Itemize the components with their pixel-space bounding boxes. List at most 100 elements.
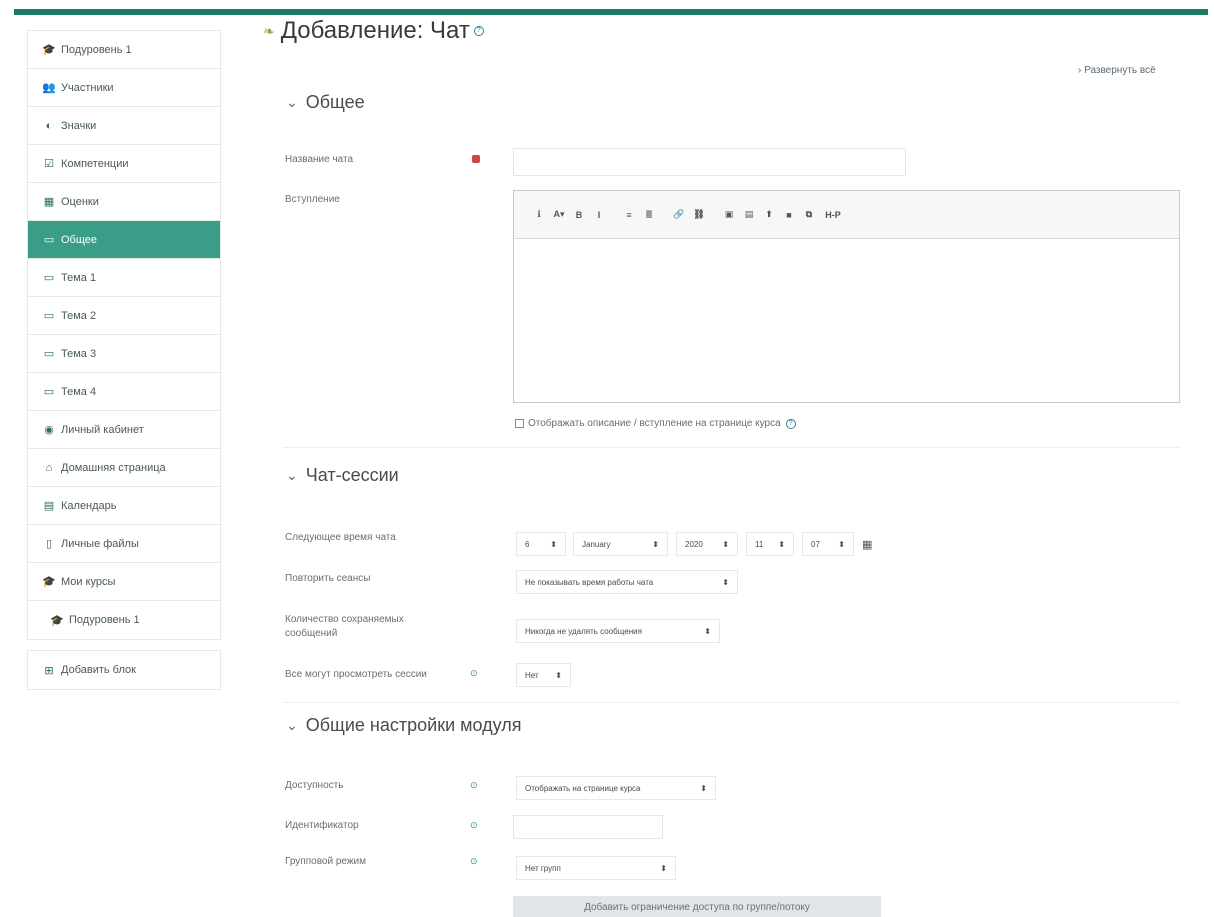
sidebar-item-мои-курсы[interactable]: 🎓 Мои курсы	[28, 563, 220, 601]
folder-icon: ▭	[43, 386, 55, 398]
intro-editor[interactable]: ℹ A▾ B I ≡ ≣ 🔗 ⛓ ▣ ▤ ⬆ ■ ⧉ H-P	[513, 190, 1180, 403]
help-icon[interactable]: ?	[785, 418, 796, 429]
grades-icon: ▦	[43, 196, 55, 208]
toolbar-button[interactable]: A▾	[549, 205, 569, 225]
group-mode-select[interactable]: Нет групп ⬍	[516, 856, 676, 880]
editor-content-area[interactable]	[514, 239, 1179, 402]
help-icon[interactable]: ?	[473, 26, 484, 36]
graduation-cap-icon: 🎓	[42, 576, 56, 588]
show-description-label: Отображать описание / вступление на стра…	[528, 418, 781, 429]
select-arrow-icon: ⬍	[555, 670, 562, 680]
select-arrow-icon: ⬍	[722, 539, 729, 549]
calendar-icon[interactable]: ▦	[862, 538, 872, 551]
availability-select[interactable]: Отображать на странице курса ⬍	[516, 776, 716, 800]
toolbar-button[interactable]: I	[589, 205, 609, 225]
restrict-by-group-button[interactable]: Добавить ограничение доступа по группе/п…	[513, 896, 881, 917]
sidebar-item-подуровень-1[interactable]: 🎓 Подуровень 1	[28, 601, 220, 639]
help-icon[interactable]: ⊙	[470, 668, 478, 679]
intro-label: Вступление	[285, 194, 340, 205]
toolbar-button[interactable]: ≡	[619, 205, 639, 225]
view-sessions-select[interactable]: Нет ⬍	[516, 663, 571, 687]
toolbar-button[interactable]: ⬆	[759, 205, 779, 225]
help-icon[interactable]: ⊙	[470, 820, 478, 831]
help-icon[interactable]: ⊙	[470, 856, 478, 867]
sidebar-item-значки[interactable]: ◐ Значки	[28, 107, 220, 145]
select-arrow-icon: ⬍	[550, 539, 557, 549]
dashboard-icon: ◉	[44, 424, 54, 436]
sidebar-item-подуровень-1[interactable]: 🎓 Подуровень 1	[28, 31, 220, 69]
nav-group-blocks: ⊞ Добавить блок	[27, 650, 221, 690]
toolbar-button[interactable]: ≣	[639, 205, 659, 225]
chat-module-icon: ❧	[263, 22, 275, 39]
hour-select[interactable]: 11 ⬍	[746, 532, 794, 556]
sidebar-item-label: Личные файлы	[61, 537, 139, 550]
nav-group-course: 🎓 Подуровень 1 👥 Участники ◐ Значки ☑ Компетенц…	[27, 30, 221, 640]
sidebar-item-тема-4[interactable]: ▭ Тема 4	[28, 373, 220, 411]
section-chat-sessions-header[interactable]: ⌄ Чат-сессии	[286, 465, 399, 486]
plus-square-icon: ⊞	[44, 664, 54, 677]
help-icon[interactable]: ⊙	[470, 780, 478, 791]
toolbar-button[interactable]: H-P	[819, 205, 847, 225]
month-select[interactable]: January ⬍	[573, 532, 668, 556]
group-mode-value: Нет групп	[525, 863, 561, 873]
collapse-icon: ⌄	[286, 94, 298, 110]
toolbar-button[interactable]: ▤	[739, 205, 759, 225]
section-module-settings-header[interactable]: ⌄ Общие настройки модуля	[286, 715, 521, 736]
toolbar-button[interactable]: 🔗	[669, 205, 689, 225]
sidebar-item-общее[interactable]: ▭ Общее	[28, 221, 220, 259]
keep-messages-select[interactable]: Никогда не удалять сообщения ⬍	[516, 619, 720, 643]
toolbar-group: ≡ ≣	[619, 205, 659, 225]
sidebar-item-оценки[interactable]: ▦ Оценки	[28, 183, 220, 221]
repeat-select[interactable]: Не показывать время работы чата ⬍	[516, 570, 738, 594]
sidebar-item-добавить-блок[interactable]: ⊞ Добавить блок	[28, 651, 220, 689]
top-accent-bar	[14, 9, 1208, 15]
section-general-header[interactable]: ⌄ Общее	[286, 92, 365, 113]
sidebar-item-label: Мои курсы	[61, 575, 116, 588]
sidebar-item-label: Общее	[61, 233, 98, 246]
sidebar-item-label: Значки	[61, 119, 97, 132]
select-arrow-icon: ⬍	[652, 539, 659, 549]
show-description-checkbox[interactable]	[515, 419, 524, 428]
sidebar-item-домашняя-страница[interactable]: ⌂ Домашняя страница	[28, 449, 220, 487]
repeat-value: Не показывать время работы чата	[525, 577, 654, 587]
id-number-label: Идентификатор	[285, 820, 359, 831]
select-arrow-icon: ⬍	[700, 783, 707, 793]
sidebar-item-label: Участники	[61, 81, 114, 94]
show-description-row[interactable]: Отображать описание / вступление на стра…	[515, 418, 796, 429]
id-number-input[interactable]	[513, 815, 663, 839]
select-arrow-icon: ⬍	[722, 577, 729, 587]
sidebar-item-label: Тема 2	[61, 309, 97, 322]
toolbar-button[interactable]: ⛓	[689, 205, 709, 225]
sidebar-item-тема-1[interactable]: ▭ Тема 1	[28, 259, 220, 297]
toolbar-button[interactable]: ▣	[719, 205, 739, 225]
sidebar-item-тема-2[interactable]: ▭ Тема 2	[28, 297, 220, 335]
toolbar-group: ℹ A▾ B I	[529, 205, 609, 225]
toolbar-button[interactable]: ■	[779, 205, 799, 225]
year-value: 2020	[685, 539, 703, 549]
group-mode-label: Групповой режим	[285, 856, 366, 867]
calendar-icon: ▤	[43, 500, 55, 512]
sidebar-item-тема-3[interactable]: ▭ Тема 3	[28, 335, 220, 373]
availability-value: Отображать на странице курса	[525, 783, 641, 793]
chat-name-input[interactable]	[513, 148, 906, 176]
collapse-icon: ⌄	[286, 467, 298, 483]
toolbar-button[interactable]: B	[569, 205, 589, 225]
toolbar-button[interactable]: ℹ	[529, 205, 549, 225]
day-select[interactable]: 6 ⬍	[516, 532, 566, 556]
keep-messages-value: Никогда не удалять сообщения	[525, 626, 642, 636]
sidebar-item-личные-файлы[interactable]: ▯ Личные файлы	[28, 525, 220, 563]
minute-select[interactable]: 07 ⬍	[802, 532, 854, 556]
sidebar-item-участники[interactable]: 👥 Участники	[28, 69, 220, 107]
page-title: Добавление: Чат	[280, 17, 470, 44]
sidebar-item-личный-кабинет[interactable]: ◉ Личный кабинет	[28, 411, 220, 449]
sidebar-item-компетенции[interactable]: ☑ Компетенции	[28, 145, 220, 183]
select-arrow-icon: ⬍	[838, 539, 845, 549]
year-select[interactable]: 2020 ⬍	[676, 532, 738, 556]
divider	[283, 447, 1180, 448]
toolbar-button[interactable]: ⧉	[799, 205, 819, 225]
sidebar-item-календарь[interactable]: ▤ Календарь	[28, 487, 220, 525]
sidebar-item-label: Подуровень 1	[61, 43, 132, 56]
expand-all-link[interactable]: › Развернуть всё	[1078, 65, 1156, 76]
repeat-label: Повторить сеансы	[285, 573, 371, 584]
chat-name-label: Название чата	[285, 154, 354, 165]
